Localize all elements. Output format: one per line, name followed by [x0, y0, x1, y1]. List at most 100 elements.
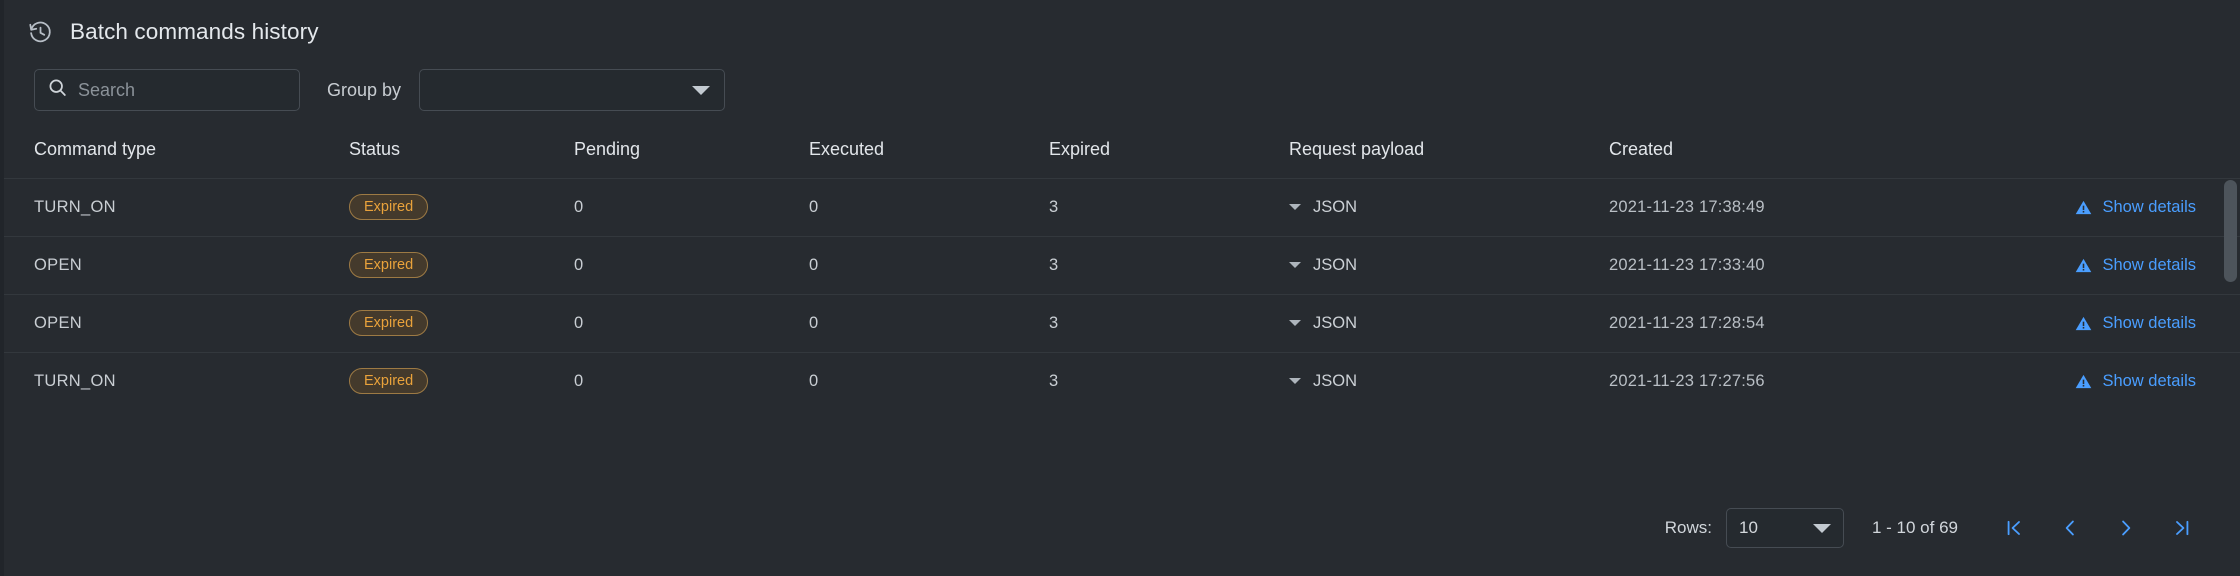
created-timestamp: 2021-11-23 17:33:40 [1609, 255, 1765, 274]
table-row[interactable]: OPEN Expired 0 0 3 JSON 2021-11-23 1 [4, 235, 2240, 294]
pagination-buttons [1986, 508, 2210, 548]
table-header-row: Command type Status Pending Executed Exp… [4, 132, 2240, 178]
cell-command-type: TURN_ON [4, 351, 349, 410]
group-by-select[interactable] [419, 69, 726, 111]
cell-executed: 0 [809, 351, 1049, 410]
caret-down-icon[interactable] [1289, 262, 1301, 268]
column-header-created[interactable]: Created [1609, 132, 1989, 178]
first-page-button[interactable] [1986, 508, 2042, 548]
table-scrollbar-thumb[interactable] [2224, 180, 2237, 282]
cell-request-payload: JSON [1289, 351, 1609, 410]
payload-label: JSON [1313, 313, 1358, 332]
created-timestamp: 2021-11-23 17:27:56 [1609, 371, 1765, 390]
payload-toggle[interactable]: JSON [1289, 372, 1609, 391]
search-icon [47, 77, 78, 103]
show-details-action[interactable]: Show details [1989, 256, 2240, 275]
column-header-actions [1989, 132, 2240, 178]
status-badge: Expired [349, 368, 429, 394]
search-box[interactable] [34, 69, 310, 111]
column-header-executed[interactable]: Executed [809, 132, 1049, 178]
cell-request-payload: JSON [1289, 177, 1609, 236]
cell-actions: Show details [1989, 351, 2240, 410]
payload-label: JSON [1313, 371, 1358, 390]
cell-created: 2021-11-23 17:27:56 [1609, 351, 1989, 410]
previous-page-icon [2060, 518, 2080, 538]
table-row[interactable]: TURN_ON Expired 0 0 3 JSON 2021-11-23 17… [4, 177, 2240, 236]
cell-status: Expired [349, 293, 574, 352]
cell-status: Expired [349, 177, 574, 236]
column-header-request-payload[interactable]: Request payload [1289, 132, 1609, 178]
table-row[interactable]: TURN_ON Expired 0 0 3 JSON 2021-11-23 17… [4, 351, 2240, 410]
column-header-expired[interactable]: Expired [1049, 132, 1289, 178]
cell-executed: 0 [809, 293, 1049, 352]
warning-triangle-icon [2075, 373, 2092, 390]
next-page-button[interactable] [2098, 508, 2154, 548]
cell-expired: 3 [1049, 235, 1289, 294]
cell-command-type: OPEN [4, 293, 349, 352]
payload-toggle[interactable]: JSON [1289, 256, 1609, 275]
created-timestamp: 2021-11-23 17:38:49 [1609, 197, 1765, 216]
last-page-icon [2172, 518, 2192, 538]
cell-actions: Show details [1989, 177, 2240, 236]
caret-down-icon[interactable] [1289, 378, 1301, 384]
commands-table-wrapper: Command type Status Pending Executed Exp… [4, 132, 2240, 410]
chevron-down-icon[interactable] [692, 85, 711, 95]
cell-command-type: OPEN [4, 235, 349, 294]
cell-actions: Show details [1989, 293, 2240, 352]
chevron-down-icon[interactable] [1812, 523, 1831, 533]
cell-executed: 0 [809, 235, 1049, 294]
last-page-button[interactable] [2154, 508, 2210, 548]
cell-expired: 3 [1049, 177, 1289, 236]
payload-label: JSON [1313, 197, 1358, 216]
filter-bar: Group by [4, 38, 2240, 114]
show-details-action[interactable]: Show details [1989, 198, 2240, 217]
first-page-icon [2004, 518, 2024, 538]
created-timestamp: 2021-11-23 17:28:54 [1609, 313, 1765, 332]
group-by-label: Group by [327, 79, 402, 100]
cell-pending: 0 [574, 235, 809, 294]
column-header-command-type[interactable]: Command type [4, 132, 349, 178]
cell-created: 2021-11-23 17:38:49 [1609, 177, 1989, 236]
rows-per-page-select[interactable]: 10 [1725, 508, 1844, 548]
status-badge: Expired [349, 252, 429, 278]
warning-triangle-icon [2075, 257, 2092, 274]
cell-status: Expired [349, 235, 574, 294]
pagination: Rows: 10 1 - 10 of 69 [1665, 508, 2210, 548]
cell-expired: 3 [1049, 293, 1289, 352]
payload-toggle[interactable]: JSON [1289, 314, 1609, 333]
pagination-range-label: 1 - 10 of 69 [1871, 518, 1958, 537]
column-header-pending[interactable]: Pending [574, 132, 809, 178]
commands-table: Command type Status Pending Executed Exp… [4, 132, 2240, 410]
show-details-link[interactable]: Show details [2102, 314, 2196, 333]
previous-page-button[interactable] [2042, 508, 2098, 548]
cell-pending: 0 [574, 177, 809, 236]
card-header: Batch commands history [4, 0, 2240, 44]
cell-request-payload: JSON [1289, 293, 1609, 352]
show-details-link[interactable]: Show details [2102, 198, 2196, 217]
next-page-icon [2116, 518, 2136, 538]
cell-executed: 0 [809, 177, 1049, 236]
table-body: TURN_ON Expired 0 0 3 JSON 2021-11-23 17… [4, 177, 2240, 410]
show-details-link[interactable]: Show details [2102, 372, 2196, 391]
cell-command-type: TURN_ON [4, 177, 349, 236]
caret-down-icon[interactable] [1289, 204, 1301, 210]
cell-request-payload: JSON [1289, 235, 1609, 294]
column-header-status[interactable]: Status [349, 132, 574, 178]
cell-expired: 3 [1049, 351, 1289, 410]
rows-per-page-value: 10 [1738, 518, 1758, 537]
cell-pending: 0 [574, 351, 809, 410]
cell-pending: 0 [574, 293, 809, 352]
payload-toggle[interactable]: JSON [1289, 198, 1609, 217]
search-input[interactable] [78, 70, 310, 110]
status-badge: Expired [349, 310, 429, 336]
rows-per-page-label: Rows: [1664, 518, 1712, 537]
show-details-link[interactable]: Show details [2102, 256, 2196, 275]
warning-triangle-icon [2075, 199, 2092, 216]
show-details-action[interactable]: Show details [1989, 314, 2240, 333]
show-details-action[interactable]: Show details [1989, 372, 2240, 391]
caret-down-icon[interactable] [1289, 320, 1301, 326]
payload-label: JSON [1313, 255, 1358, 274]
warning-triangle-icon [2075, 315, 2092, 332]
table-row[interactable]: OPEN Expired 0 0 3 JSON 2021-11-23 1 [4, 293, 2240, 352]
history-clock-icon [28, 20, 53, 45]
